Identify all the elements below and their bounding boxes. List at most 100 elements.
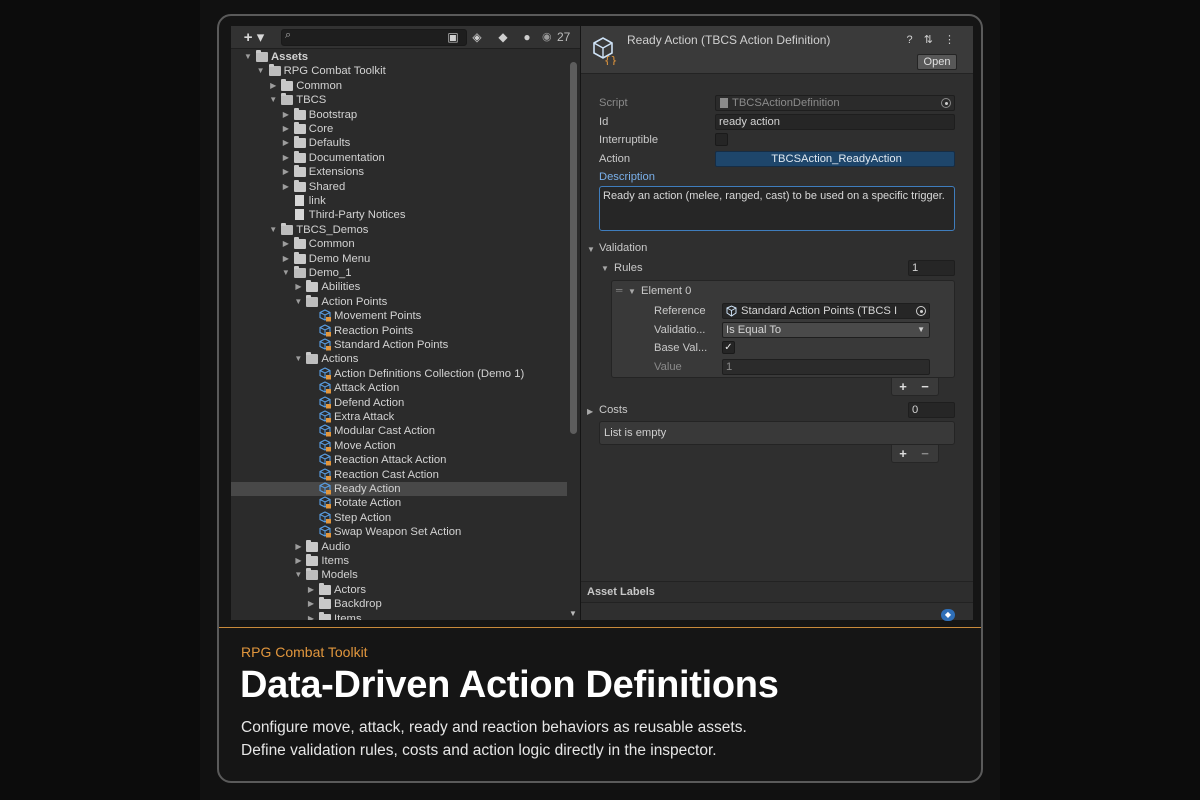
collapse-arrow-icon[interactable]: ▶ [281,180,291,194]
open-button[interactable]: Open [917,54,957,70]
collapse-arrow-icon[interactable]: ▶ [281,237,291,251]
scroll-down-icon[interactable]: ▼ [569,609,577,618]
folder-item[interactable]: ▶ Demo Menu [231,251,567,266]
folder-item[interactable]: ▶ Core [231,122,567,136]
label-filter-icon[interactable]: ◆ [493,29,513,46]
element-label[interactable]: Element 0 [641,285,691,297]
folder-item[interactable]: ▼ Demo_1 [231,266,567,280]
id-field[interactable]: ready action [715,114,955,130]
expand-arrow-icon[interactable]: ▼ [268,223,278,237]
folder-item[interactable]: ▼ RPG Combat Toolkit [231,64,567,78]
asset-item[interactable]: Action Definitions Collection (Demo 1) [231,367,567,381]
collapse-arrow-icon[interactable]: ▶ [293,540,303,554]
filter-icon[interactable]: ◈ [467,29,487,46]
action-field[interactable]: TBCSAction_ReadyAction [715,151,955,167]
folder-item[interactable]: ▼ TBCS_Demos [231,222,567,237]
asset-item[interactable]: Step Action [231,511,567,525]
add-rule-button[interactable]: + [892,378,914,395]
folder-item[interactable]: ▶ Abilities [231,280,567,294]
interruptible-checkbox[interactable] [715,133,728,146]
collapse-arrow-icon[interactable]: ▶ [281,252,291,266]
asset-item[interactable]: Movement Points [231,309,567,323]
folder-item[interactable]: ▶ Audio [231,539,567,554]
base-value-checkbox[interactable]: ✓ [722,341,735,354]
asset-item[interactable]: Standard Action Points [231,338,567,352]
folder-item[interactable]: ▼ Models [231,568,567,582]
asset-item[interactable]: Extra Attack [231,410,567,424]
folder-item[interactable]: ▼ Actions [231,352,567,366]
expand-arrow-icon[interactable]: ▼ [268,93,278,107]
project-search-input[interactable]: ⌕ [281,29,467,46]
folder-item[interactable]: ▶ Bootstrap [231,107,567,122]
validation-op-dropdown[interactable]: Is Equal To ▼ [722,322,930,338]
asset-label-icon[interactable]: ◆ [941,609,955,621]
costs-foldout-icon[interactable]: ▶ [587,407,593,416]
folder-item[interactable]: ▶ Backdrop [231,597,567,611]
asset-item[interactable]: Move Action [231,439,567,453]
tree-item-label: Demo_1 [308,267,352,279]
folder-item[interactable]: ▶ Documentation [231,150,567,165]
expand-arrow-icon[interactable]: ▼ [293,568,303,582]
expand-arrow-icon[interactable]: ▼ [293,352,303,366]
folder-item[interactable]: ▶ Shared [231,179,567,194]
costs-count-field[interactable]: 0 [908,402,955,418]
asset-item[interactable]: Modular Cast Action [231,424,567,438]
inspector-tools[interactable]: ? ⇅ ⋮ [907,33,959,46]
asset-item[interactable]: Reaction Cast Action [231,467,567,482]
validation-foldout-icon[interactable]: ▼ [587,245,595,254]
file-item[interactable]: Third-Party Notices [231,208,567,222]
collapse-arrow-icon[interactable]: ▶ [281,136,291,150]
folder-item[interactable]: ▶ Items [231,611,567,620]
create-menu-button[interactable]: + ▾ [241,29,267,46]
asset-item[interactable]: Reaction Points [231,323,567,338]
folder-item[interactable]: ▶ Extensions [231,165,567,179]
rules-foldout-icon[interactable]: ▼ [601,264,609,273]
collapse-arrow-icon[interactable]: ▶ [268,79,278,93]
reference-field[interactable]: Standard Action Points (TBCS I [722,303,930,319]
description-textarea[interactable]: Ready an action (melee, ranged, cast) to… [599,186,955,231]
project-scrollbar[interactable]: ▼ [567,50,580,620]
folder-item[interactable]: ▼ TBCS [231,93,567,107]
rules-label[interactable]: Rules [614,262,643,274]
asset-item[interactable]: Defend Action [231,395,567,410]
asset-item[interactable]: Ready Action [231,482,567,497]
collapse-arrow-icon[interactable]: ▶ [293,280,303,294]
warning-icon[interactable]: ● [517,29,537,46]
expand-arrow-icon[interactable]: ▼ [256,64,266,78]
file-item[interactable]: link [231,194,567,208]
asset-item[interactable]: Attack Action [231,381,567,395]
folder-item[interactable]: ▶ Defaults [231,136,567,150]
eye-icon[interactable]: ◉ [542,29,552,46]
costs-label[interactable]: Costs [599,404,628,416]
folder-item[interactable]: ▼ Assets [231,50,567,64]
collapse-arrow-icon[interactable]: ▶ [306,583,316,597]
folder-item[interactable]: ▶ Actors [231,582,567,597]
collapse-arrow-icon[interactable]: ▶ [306,612,316,620]
collapse-arrow-icon[interactable]: ▶ [306,597,316,611]
scrollbar-thumb[interactable] [570,62,577,434]
collapse-arrow-icon[interactable]: ▶ [281,108,291,122]
collapse-arrow-icon[interactable]: ▶ [281,165,291,179]
collapse-arrow-icon[interactable]: ▶ [281,122,291,136]
asset-labels-bar[interactable]: Asset Labels [581,581,973,603]
expand-arrow-icon[interactable]: ▼ [243,50,253,64]
expand-arrow-icon[interactable]: ▼ [293,295,303,309]
folder-item[interactable]: ▶ Common [231,78,567,93]
asset-item[interactable]: Rotate Action [231,496,567,510]
collapse-arrow-icon[interactable]: ▶ [281,151,291,165]
collapse-arrow-icon[interactable]: ▶ [293,554,303,568]
remove-rule-button[interactable]: − [914,378,936,395]
folder-item[interactable]: ▶ Common [231,237,567,251]
object-picker-icon[interactable] [916,306,926,316]
asset-item[interactable]: Swap Weapon Set Action [231,525,567,539]
rules-count-field[interactable]: 1 [908,260,955,276]
drag-handle-icon[interactable]: ═ [616,285,622,295]
expand-arrow-icon[interactable]: ▼ [281,266,291,280]
add-cost-button[interactable]: + [892,445,914,462]
validation-label[interactable]: Validation [599,242,647,254]
folder-item[interactable]: ▶ Items [231,554,567,568]
asset-item[interactable]: Reaction Attack Action [231,453,567,467]
element-foldout-icon[interactable]: ▼ [628,287,636,296]
search-by-type-icon[interactable]: ▣ [443,29,463,46]
folder-item[interactable]: ▼ Action Points [231,294,567,309]
